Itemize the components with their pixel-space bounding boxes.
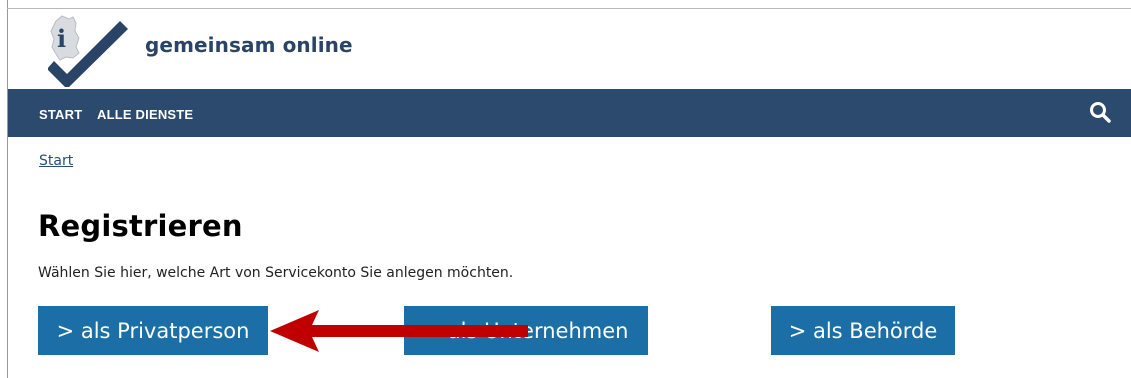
register-authority-button[interactable]: > als Behörde: [771, 306, 955, 355]
site-header: i gemeinsam online: [8, 9, 1131, 89]
register-company-button[interactable]: > als Unternehmen: [404, 306, 648, 355]
search-button[interactable]: [1089, 101, 1113, 125]
breadcrumb-start[interactable]: Start: [39, 153, 73, 169]
nav-item-start[interactable]: START: [39, 107, 82, 122]
logo[interactable]: i: [47, 13, 132, 89]
logo-checkmark-icon: i: [47, 15, 128, 89]
intro-text: Wählen Sie hier, welche Art von Servicek…: [38, 265, 514, 281]
nav-item-all-services[interactable]: ALLE DIENSTE: [97, 107, 193, 122]
brand-name[interactable]: gemeinsam online: [145, 33, 353, 57]
search-icon: [1090, 102, 1111, 123]
register-private-person-button[interactable]: > als Privatperson: [38, 306, 268, 355]
main-navigation: START ALLE DIENSTE: [8, 89, 1131, 137]
svg-text:i: i: [57, 24, 66, 53]
page-title: Registrieren: [38, 209, 243, 243]
